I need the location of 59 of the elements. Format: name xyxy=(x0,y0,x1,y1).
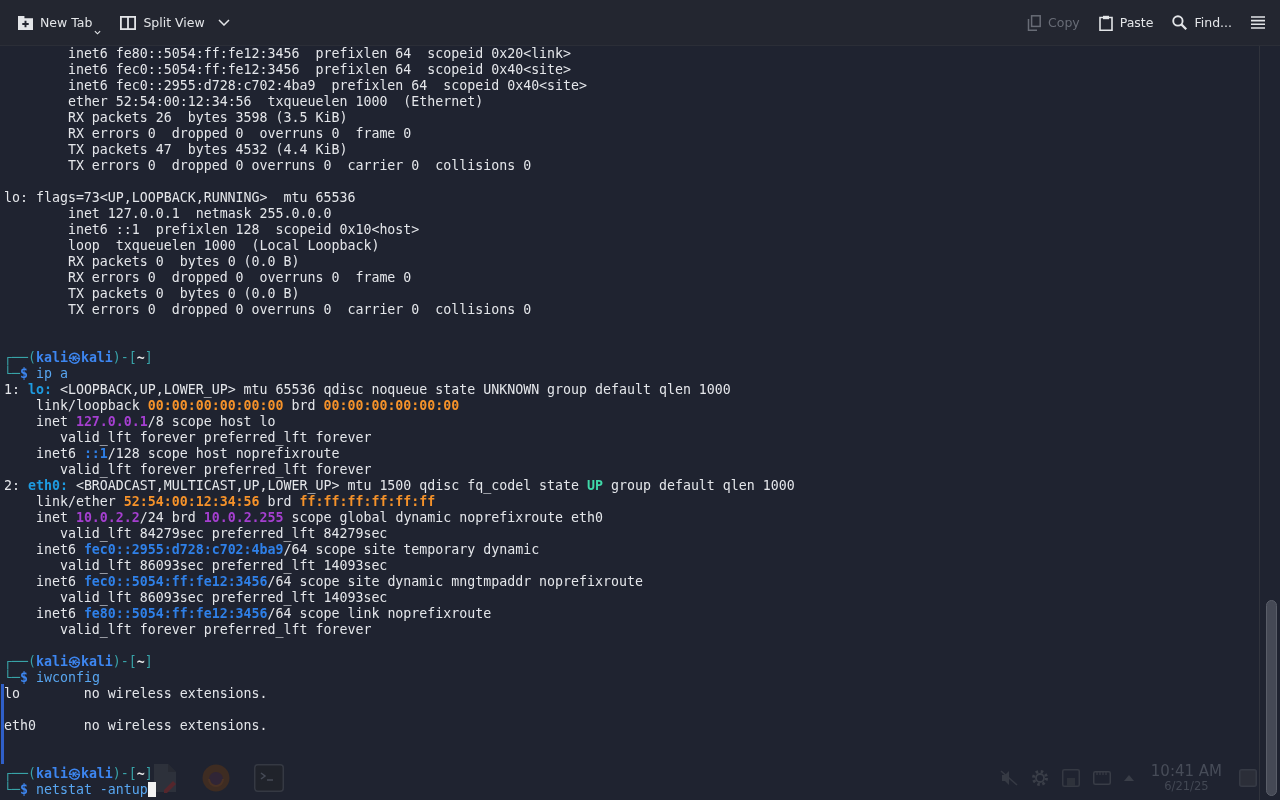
output-line: valid_lft forever preferred_lft forever xyxy=(59,430,372,445)
command-line: └─$ iwconfig xyxy=(4,670,100,685)
search-icon xyxy=(1172,15,1188,30)
prompt-line: ┌──(kali㉿kali)-[~] xyxy=(4,350,153,365)
output-line: inet6 fe80::5054:ff:fe12:3456 prefixlen 64 scopeid 0x20<link> xyxy=(67,46,572,61)
output-line: inet6 ::1/128 scope host noprefixroute xyxy=(35,446,340,461)
output-line: inet6 fec0::5054:ff:fe12:3456/64 scope site dynamic mngtmpaddr noprefixroute xyxy=(35,574,643,589)
paste-button[interactable]: Paste xyxy=(1090,6,1162,39)
output-line: valid_lft 84279sec preferred_lft 84279sec xyxy=(59,526,388,541)
split-view-icon xyxy=(120,15,137,30)
output-line: inet6 fec0::2955:d728:c702:4ba9 prefixlen 64 scopeid 0x40<site> xyxy=(67,78,588,93)
split-view-button[interactable]: Split View xyxy=(112,6,238,39)
output-line: eth0 no wireless extensions. xyxy=(4,718,268,733)
text-editor-icon[interactable] xyxy=(153,763,178,793)
output-line: loop txqueuelen 1000 (Local Loopback) xyxy=(67,238,380,253)
globe-icon[interactable] xyxy=(201,763,231,793)
copy-icon xyxy=(1027,14,1041,31)
output-line: inet6 fec0::2955:d728:c702:4ba9/64 scope site temporary dynamic xyxy=(35,542,540,557)
output-line: ether 52:54:00:12:34:56 txqueuelen 1000 (Ethernet) xyxy=(67,94,484,109)
output-line: RX errors 0 dropped 0 overruns 0 frame 0 xyxy=(67,126,412,141)
menu-icon xyxy=(1251,16,1265,29)
output-line: inet 127.0.0.1 netmask 255.0.0.0 xyxy=(67,206,332,221)
output-line: valid_lft 86093sec preferred_lft 14093sec xyxy=(59,558,388,573)
output-line: valid_lft forever preferred_lft forever xyxy=(59,462,372,477)
terminal-icon[interactable] xyxy=(254,764,284,792)
output-line: link/loopback 00:00:00:00:00:00 brd 00:00:00:00:00:00 xyxy=(35,398,460,413)
output-line: 1: lo: <LOOPBACK,UP,LOWER_UP> mtu 65536 qdisc noqueue state UNKNOWN group default qlen 1000 xyxy=(4,382,731,397)
clipboard-icon xyxy=(1098,14,1113,31)
scrollbar-thumb[interactable] xyxy=(1266,600,1277,796)
output-line: inet6 fec0::5054:ff:fe12:3456 prefixlen 64 scopeid 0x40<site> xyxy=(67,62,572,77)
output-line: inet 10.0.2.2/24 brd 10.0.2.255 scope global dynamic noprefixroute eth0 xyxy=(35,510,604,525)
display-icon[interactable] xyxy=(1092,771,1111,785)
output-line: TX errors 0 dropped 0 overruns 0 carrier 0 collisions 0 xyxy=(67,302,532,317)
output-line: inet6 fe80::5054:ff:fe12:3456/64 scope link noprefixroute xyxy=(35,606,492,621)
prompt-line: ┌──(kali㉿kali)-[~] xyxy=(4,654,153,669)
gear-icon[interactable] xyxy=(1030,769,1049,787)
scrollbar[interactable] xyxy=(1259,46,1280,800)
output-line: TX packets 47 bytes 4532 (4.4 KiB) xyxy=(67,142,348,157)
output-line: RX errors 0 dropped 0 overruns 0 frame 0 xyxy=(67,270,412,285)
output-line: TX packets 0 bytes 0 (0.0 B) xyxy=(67,286,300,301)
output-line: lo no wireless extensions. xyxy=(4,686,268,701)
command-line: └─$ ip a xyxy=(4,366,68,381)
output-line: inet6 ::1 prefixlen 128 scopeid 0x10<host> xyxy=(67,222,420,237)
prompt-line: ┌──(kali㉿kali)-[~] xyxy=(4,766,153,781)
command-line: └─$ netstat -antup xyxy=(4,782,148,797)
caret-up-icon[interactable] xyxy=(1123,775,1134,781)
output-line: TX errors 0 dropped 0 overruns 0 carrier 0 collisions 0 xyxy=(67,158,532,173)
output-line: lo: flags=73<UP,LOOPBACK,RUNNING> mtu 65536 xyxy=(4,190,356,205)
new-tab-button[interactable]: New Tab xyxy=(10,6,110,39)
output-line: RX packets 0 bytes 0 (0.0 B) xyxy=(67,254,300,269)
new-tab-icon xyxy=(18,15,33,30)
output-line: valid_lft forever preferred_lft forever xyxy=(59,622,372,637)
output-line: inet 127.0.0.1/8 scope host lo xyxy=(35,414,276,429)
output-line: 2: eth0: <BROADCAST,MULTICAST,UP,LOWER_UP> mtu 1500 qdisc fq_codel state UP group default qlen 1000 xyxy=(4,478,795,493)
find-button[interactable]: Find... xyxy=(1164,6,1240,39)
output-line: link/ether 52:54:00:12:34:56 brd ff:ff:ff:ff:ff:ff xyxy=(35,494,436,509)
output-line: valid_lft 86093sec preferred_lft 14093sec xyxy=(59,590,388,605)
muted-speaker-icon[interactable] xyxy=(999,770,1018,786)
output-line: RX packets 26 bytes 3598 (3.5 KiB) xyxy=(67,110,348,125)
